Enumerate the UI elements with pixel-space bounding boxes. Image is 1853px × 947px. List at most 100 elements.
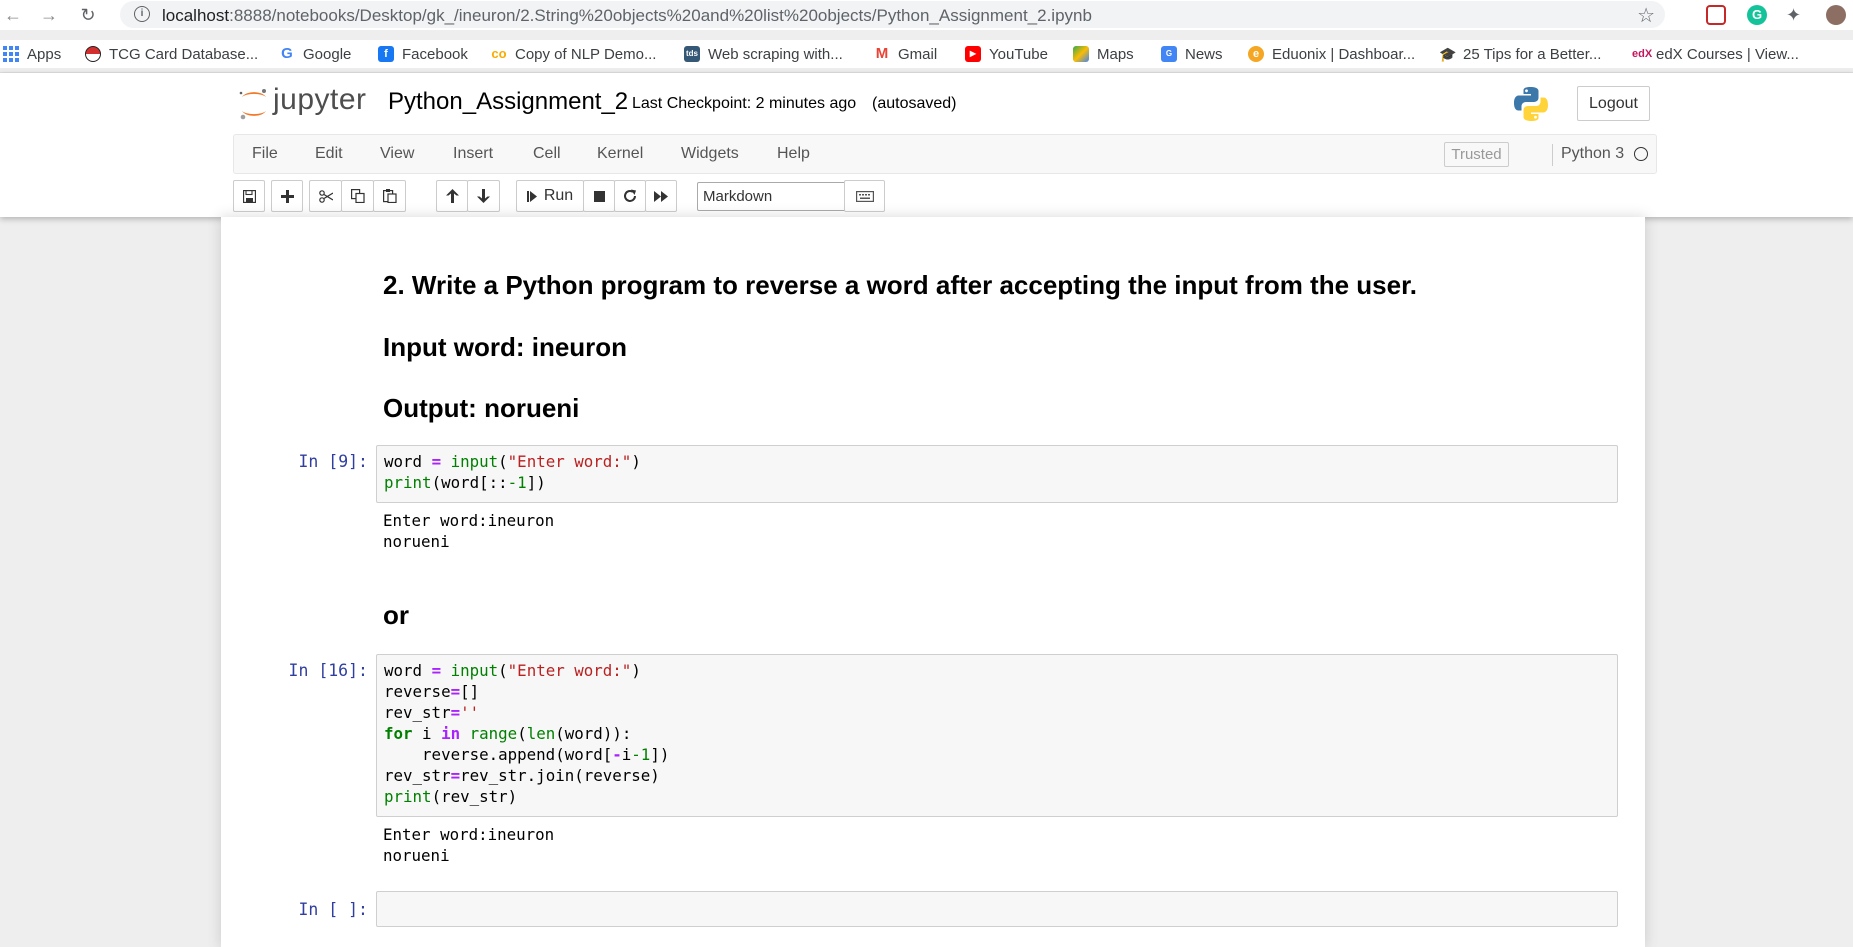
code-cell-editor[interactable]: word = input("Enter word:") reverse=[] r…: [376, 654, 1618, 817]
code-line: print(word[::-1]): [384, 473, 546, 492]
python-logo-icon: [1514, 87, 1548, 121]
grammarly-extension-icon[interactable]: G: [1747, 5, 1767, 25]
code-line: rev_str=rev_str.join(reverse): [384, 766, 660, 785]
google-icon: G: [281, 45, 293, 62]
markdown-output-heading: Output: norueni: [383, 393, 580, 423]
bookmarks-bar: Apps TCG Card Database... G Google f Fac…: [0, 40, 1853, 68]
bookmark-label: YouTube: [989, 45, 1048, 63]
bookmark-youtube[interactable]: ▶ YouTube: [965, 44, 1048, 64]
address-url[interactable]: localhost:8888/notebooks/Desktop/gk_/ine…: [162, 6, 1092, 26]
jupyter-wordmark[interactable]: jupyter: [273, 83, 367, 117]
graduation-cap-icon: 🎓: [1439, 46, 1457, 62]
profile-avatar[interactable]: [1826, 5, 1846, 25]
code-line: print(rev_str): [384, 787, 518, 806]
logout-button[interactable]: Logout: [1577, 86, 1650, 121]
menu-kernel[interactable]: Kernel: [597, 145, 643, 163]
move-up-button[interactable]: [436, 180, 468, 212]
keyboard-icon: [855, 190, 874, 202]
autosave-status: (autosaved): [872, 95, 957, 112]
markdown-question-heading: 2. Write a Python program to reverse a w…: [383, 270, 1417, 300]
save-icon: [242, 189, 256, 203]
save-button[interactable]: [233, 180, 265, 212]
url-host: localhost: [162, 6, 230, 25]
bookmark-25-tips[interactable]: 🎓 25 Tips for a Better...: [1439, 44, 1601, 64]
code-cell-editor[interactable]: [376, 891, 1618, 927]
bookmark-facebook[interactable]: f Facebook: [378, 44, 468, 64]
bookmark-news[interactable]: G News: [1161, 44, 1223, 64]
bookmark-eduonix[interactable]: e Eduonix | Dashboar...: [1248, 44, 1415, 64]
code-line: reverse.append(word[-i-1]): [384, 745, 670, 764]
menu-edit[interactable]: Edit: [315, 145, 343, 163]
menu-help[interactable]: Help: [777, 145, 810, 163]
command-palette-button[interactable]: [844, 180, 885, 212]
browser-toolbar: ← → ↻ i localhost:8888/notebooks/Desktop…: [0, 0, 1853, 30]
notebook-toolbar: Run Markdown: [233, 180, 1657, 214]
cell-type-value: Markdown: [703, 188, 773, 205]
bookmark-nlp-demo[interactable]: co Copy of NLP Demo...: [491, 44, 656, 64]
stop-icon: [593, 190, 605, 202]
cell-output: Enter word:ineuron: [383, 511, 555, 530]
input-prompt: In [16]:: [288, 661, 368, 680]
markdown-input-heading: Input word: ineuron: [383, 332, 628, 362]
extensions-puzzle-icon[interactable]: ✦: [1786, 5, 1806, 25]
cell-output: norueni: [383, 532, 450, 551]
site-info-icon[interactable]: i: [134, 6, 150, 22]
bookmark-tcg[interactable]: TCG Card Database...: [85, 44, 258, 64]
notebook-title[interactable]: Python_Assignment_2: [388, 88, 628, 116]
code-line: word = input("Enter word:"): [384, 452, 641, 471]
pocket-extension-icon[interactable]: [1706, 5, 1726, 25]
bookmark-star-icon[interactable]: ☆: [1637, 3, 1655, 28]
fast-forward-icon: [653, 190, 668, 202]
divider: [1552, 144, 1553, 166]
restart-run-all-button[interactable]: [645, 180, 677, 212]
reload-icon[interactable]: ↻: [77, 4, 99, 26]
insert-cell-button[interactable]: [271, 180, 303, 212]
bookmark-label: Maps: [1097, 45, 1134, 63]
interrupt-kernel-button[interactable]: [583, 180, 615, 212]
menu-insert[interactable]: Insert: [453, 145, 493, 163]
input-prompt: In [9]:: [298, 452, 368, 471]
edx-icon: edX: [1632, 48, 1653, 60]
cut-button[interactable]: [309, 180, 342, 212]
paste-button[interactable]: [373, 180, 406, 212]
arrow-up-icon: [445, 189, 459, 203]
bookmark-gmail[interactable]: M Gmail: [874, 44, 937, 64]
menu-cell[interactable]: Cell: [533, 145, 561, 163]
scissors-icon: [318, 189, 333, 203]
plus-icon: [280, 189, 294, 203]
kernel-name[interactable]: Python 3: [1561, 145, 1624, 163]
menu-view[interactable]: View: [380, 145, 414, 163]
bookmark-label: TCG Card Database...: [109, 45, 259, 63]
bookmark-google[interactable]: G Google: [279, 44, 351, 64]
menu-widgets[interactable]: Widgets: [681, 145, 739, 163]
address-bar[interactable]: i localhost:8888/notebooks/Desktop/gk_/i…: [120, 1, 1665, 28]
bookmark-label: Google: [303, 45, 352, 63]
bookmark-label: Eduonix | Dashboar...: [1272, 45, 1416, 63]
input-prompt: In [ ]:: [298, 900, 368, 919]
menu-file[interactable]: File: [252, 145, 278, 163]
menu-bar: File Edit View Insert Cell Kernel Widget…: [233, 134, 1657, 174]
forward-arrow-icon[interactable]: →: [38, 4, 60, 26]
checkpoint-status: Last Checkpoint: 2 minutes ago: [632, 95, 857, 112]
code-line: reverse=[]: [384, 682, 480, 701]
bookmark-label: News: [1185, 45, 1223, 63]
kernel-idle-icon: [1634, 147, 1648, 161]
pokeball-icon: [85, 46, 101, 62]
back-arrow-icon[interactable]: ←: [2, 4, 24, 26]
restart-icon: [624, 189, 636, 202]
cell-type-select[interactable]: Markdown: [697, 182, 865, 211]
bookmark-apps[interactable]: Apps: [3, 44, 61, 64]
run-button[interactable]: Run: [516, 180, 584, 212]
bookmark-label: Facebook: [402, 45, 468, 63]
bookmark-web-scraping[interactable]: tds Web scraping with...: [684, 44, 843, 64]
notebook-container: 2. Write a Python program to reverse a w…: [221, 217, 1645, 947]
trusted-indicator[interactable]: Trusted: [1444, 142, 1509, 167]
apps-grid-icon: [3, 46, 19, 62]
copy-button[interactable]: [341, 180, 374, 212]
bookmark-edx[interactable]: edX edX Courses | View...: [1632, 44, 1799, 64]
code-cell-editor[interactable]: word = input("Enter word:") print(word[:…: [376, 445, 1618, 503]
copy-icon: [350, 189, 365, 203]
bookmark-maps[interactable]: Maps: [1073, 44, 1134, 64]
move-down-button[interactable]: [467, 180, 500, 212]
restart-kernel-button[interactable]: [614, 180, 646, 212]
